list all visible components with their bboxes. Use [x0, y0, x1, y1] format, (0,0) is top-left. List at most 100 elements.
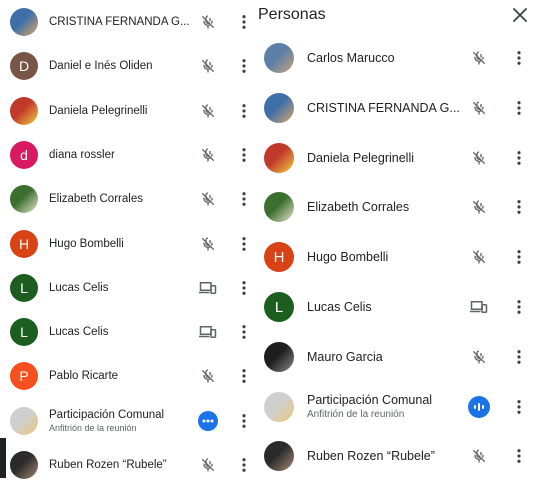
participant-name: diana rossler [49, 148, 115, 161]
participant-name: Participación Comunal [307, 393, 433, 408]
speaking-indicator-icon [467, 395, 491, 419]
participant-row[interactable]: P Pablo Ricarte [0, 354, 254, 398]
mic-off-icon [467, 444, 491, 468]
participant-row[interactable]: L Lucas Celis [0, 266, 254, 310]
participant-row[interactable]: Participación Comunal Anfitrión de la reu… [254, 383, 537, 431]
participant-info: Carlos Marucco [307, 51, 467, 65]
participant-info: Hugo Bombelli [307, 250, 467, 264]
participant-row[interactable]: Ruben Rozen “Rubele” [254, 432, 537, 480]
more-options-icon[interactable] [234, 276, 254, 300]
participant-info: Pablo Ricarte [49, 370, 196, 382]
participant-name: CRISTINA FERNANDA G... [49, 16, 190, 28]
mic-off-icon [196, 232, 220, 256]
participant-name: Hugo Bombelli [49, 237, 124, 250]
participant-info: Mauro Garcia [307, 350, 467, 364]
more-options-icon[interactable] [234, 409, 254, 433]
participant-row[interactable]: Daniela Pelegrinelli [0, 89, 254, 133]
more-options-icon[interactable] [234, 187, 254, 211]
more-options-icon[interactable] [509, 295, 529, 319]
avatar [264, 441, 294, 472]
more-options-icon[interactable] [234, 364, 254, 388]
avatar: H [264, 242, 294, 273]
mic-off-icon [196, 187, 220, 211]
avatar: L [10, 273, 38, 302]
avatar [10, 451, 38, 479]
mic-off-icon [467, 245, 491, 269]
participant-info: Elizabeth Corrales [49, 193, 196, 205]
avatar: L [264, 292, 294, 322]
close-icon[interactable] [509, 4, 531, 26]
participant-name: Ruben Rozen “Rubele” [307, 449, 435, 464]
more-options-icon[interactable] [509, 46, 529, 70]
more-options-icon[interactable] [509, 195, 529, 219]
participant-row[interactable]: Participación Comunal Anfitrión de la reu… [0, 399, 254, 443]
participant-row[interactable]: D Daniel e Inés Oliden [0, 44, 254, 88]
mic-off-icon [467, 195, 491, 219]
participant-role: Anfitrión de la reunión [307, 409, 405, 421]
more-options-icon[interactable] [234, 232, 254, 256]
avatar [264, 43, 294, 73]
participant-info: Lucas Celis [49, 326, 196, 338]
mic-off-icon [196, 143, 220, 167]
participant-info: CRISTINA FERNANDA G... [307, 101, 467, 115]
people-panel: Personas Carlos Marucco CRISTINA FERNANDA… [254, 0, 537, 489]
avatar [10, 185, 38, 214]
avatar [264, 341, 294, 372]
participant-role: Anfitrión de la reunión [49, 422, 137, 433]
participant-name: Lucas Celis [49, 281, 109, 294]
more-options-icon[interactable] [509, 146, 529, 170]
mic-off-icon [467, 146, 491, 170]
mic-off-icon [196, 453, 220, 477]
participant-row[interactable]: Elizabeth Corrales [254, 183, 537, 231]
participant-row[interactable]: L Lucas Celis [254, 283, 537, 331]
more-options-icon[interactable] [509, 96, 529, 120]
people-panel-header: Personas [254, 0, 537, 30]
participant-name: Elizabeth Corrales [307, 200, 410, 215]
participant-name: Lucas Celis [49, 326, 109, 339]
more-options-icon[interactable] [234, 143, 254, 167]
participant-row[interactable]: H Hugo Bombelli [254, 233, 537, 281]
participant-name: Daniel e Inés Oliden [49, 60, 153, 73]
participant-name: Daniela Pelegrinelli [307, 150, 415, 165]
participant-row[interactable]: d diana rossler [0, 133, 254, 177]
more-options-icon[interactable] [234, 10, 254, 34]
more-options-icon[interactable] [509, 395, 529, 419]
mic-off-icon [196, 99, 220, 123]
participant-name: Hugo Bombelli [307, 250, 389, 265]
avatar [10, 8, 38, 36]
participant-info: Participación Comunal Anfitrión de la reu… [307, 393, 467, 420]
participant-row[interactable]: H Hugo Bombelli [0, 222, 254, 266]
more-options-icon[interactable] [234, 54, 254, 78]
more-options-icon[interactable] [509, 345, 529, 369]
participant-row[interactable]: CRISTINA FERNANDA G... [254, 84, 537, 132]
options-icon[interactable] [196, 409, 220, 433]
participant-row[interactable]: Mauro Garcia [254, 333, 537, 381]
avatar [264, 391, 294, 422]
more-options-icon[interactable] [509, 245, 529, 269]
participant-row[interactable]: Daniela Pelegrinelli [254, 134, 537, 182]
avatar [264, 192, 294, 223]
participant-info: Lucas Celis [307, 300, 467, 314]
avatar: d [10, 140, 38, 169]
participant-info: Lucas Celis [49, 282, 196, 294]
participant-name: Carlos Marucco [307, 51, 395, 65]
participant-row[interactable]: Ruben Rozen “Rubele” [0, 443, 254, 487]
participant-info: Hugo Bombelli [49, 238, 196, 250]
participant-row[interactable]: Carlos Marucco [254, 34, 537, 82]
participant-info: Daniel e Inés Oliden [49, 60, 196, 72]
participant-info: Elizabeth Corrales [307, 200, 467, 214]
participant-info: Daniela Pelegrinelli [307, 151, 467, 165]
more-options-icon[interactable] [509, 444, 529, 468]
devices-icon [196, 276, 220, 300]
participant-row[interactable]: L Lucas Celis [0, 310, 254, 354]
avatar: P [10, 362, 38, 391]
avatar [10, 406, 38, 435]
avatar: D [10, 52, 38, 81]
avatar [264, 142, 294, 173]
more-options-icon[interactable] [234, 320, 254, 344]
more-options-icon[interactable] [234, 99, 254, 123]
participant-row[interactable]: CRISTINA FERNANDA G... [0, 0, 254, 44]
more-options-icon[interactable] [234, 453, 254, 477]
participant-info: Ruben Rozen “Rubele” [49, 459, 196, 471]
participant-row[interactable]: Elizabeth Corrales [0, 177, 254, 221]
